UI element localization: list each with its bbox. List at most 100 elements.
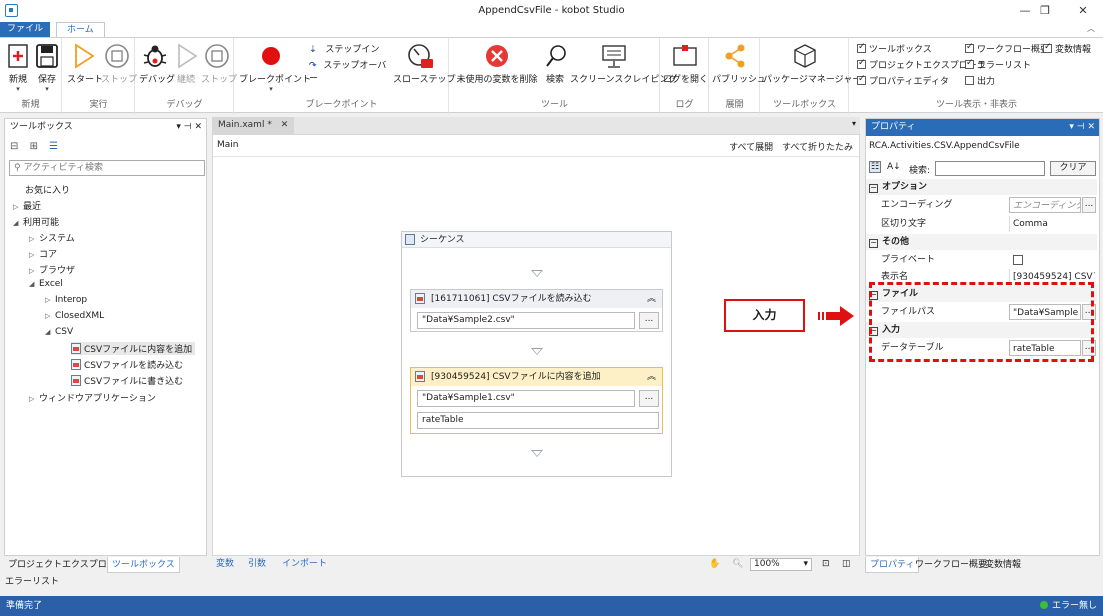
tab-dropdown-icon[interactable]: ▾ bbox=[852, 119, 856, 128]
csv-activity-icon bbox=[71, 375, 81, 386]
encoding-input[interactable]: エンコーディング bbox=[1009, 197, 1081, 213]
zoom-select[interactable]: 100% ▾ bbox=[750, 558, 812, 571]
check-output[interactable]: 出力 bbox=[965, 74, 995, 87]
breadcrumb[interactable]: Main bbox=[217, 140, 239, 150]
activity-read-csv[interactable]: [161711061] CSVファイルを読み込む ︽ "Data¥Sample2… bbox=[410, 289, 663, 332]
debug-stop-button[interactable]: ストップ bbox=[201, 40, 237, 94]
categorize-icon[interactable]: ☷ bbox=[869, 161, 882, 173]
append-csv-table-field[interactable]: rateTable bbox=[417, 412, 659, 429]
step-over-button[interactable]: ↷ ステップオーバー bbox=[309, 58, 393, 84]
property-search-input[interactable] bbox=[935, 161, 1045, 176]
tree-browser[interactable]: ▷ ブラウザ bbox=[29, 263, 75, 276]
package-manager-button[interactable]: パッケージマネージャー bbox=[763, 40, 861, 94]
list-icon[interactable]: ☰ bbox=[49, 141, 58, 152]
tree-core[interactable]: ▷ コア bbox=[29, 247, 57, 260]
maximize-icon[interactable]: ❐ bbox=[1030, 2, 1060, 20]
tab-home[interactable]: ホーム bbox=[56, 22, 105, 37]
continue-button[interactable]: 継続 bbox=[172, 40, 200, 94]
drop-target-icon[interactable] bbox=[531, 348, 543, 355]
remove-unused-vars-button[interactable]: 未使用の変数を削除 bbox=[454, 40, 540, 94]
ribbon-collapse-icon[interactable]: ︿ bbox=[1087, 23, 1095, 34]
check-property-editor[interactable]: プロパティエディタ bbox=[857, 74, 949, 87]
category-other[interactable]: − その他 bbox=[866, 234, 1097, 250]
tree-system[interactable]: ▷ システム bbox=[29, 231, 75, 244]
tree-recent[interactable]: ▷ 最近 bbox=[13, 199, 41, 212]
drop-target-icon[interactable] bbox=[531, 270, 543, 277]
tree-closedxml[interactable]: ▷ ClosedXML bbox=[45, 311, 104, 321]
search-button[interactable]: 検索 bbox=[542, 40, 568, 94]
new-file-icon bbox=[4, 42, 32, 70]
panel-controls-icon[interactable]: ▾ ⊣ ✕ bbox=[176, 119, 202, 136]
tree-csv[interactable]: ◢ CSV bbox=[45, 327, 73, 337]
collapse-activity-icon[interactable]: ︽ bbox=[647, 368, 656, 386]
chevron-right-icon: ▷ bbox=[29, 267, 35, 275]
check-error-list[interactable]: エラーリスト bbox=[965, 58, 1031, 71]
save-icon bbox=[33, 42, 61, 70]
tree-excel[interactable]: ◢ Excel bbox=[29, 279, 63, 289]
publish-button[interactable]: パブリッシュ bbox=[712, 40, 766, 94]
chevron-down-icon: ◢ bbox=[29, 280, 35, 288]
category-options[interactable]: − オプション bbox=[866, 179, 1097, 195]
group-new: 新規 ▾ 保存 ▾ 新規 bbox=[0, 38, 62, 114]
tab-toolbox[interactable]: ツールボックス bbox=[107, 557, 180, 573]
arguments-tab[interactable]: 引数 bbox=[248, 556, 266, 573]
check-variable-info[interactable]: 変数情報 bbox=[1043, 42, 1091, 55]
encoding-browse-button[interactable]: ... bbox=[1082, 197, 1096, 213]
append-csv-browse-button[interactable]: ... bbox=[639, 390, 659, 407]
activity-search-input[interactable]: ⚲ アクティビティ検索 bbox=[9, 160, 205, 176]
tree-csv-write[interactable]: CSVファイルに書き込む bbox=[71, 374, 183, 387]
check-toolbox[interactable]: ツールボックス bbox=[857, 42, 932, 55]
tab-variable-info[interactable]: 変数情報 bbox=[981, 557, 1025, 573]
expand-all-link[interactable]: すべて展開 bbox=[729, 143, 773, 153]
stop-button[interactable]: ストップ bbox=[101, 40, 137, 94]
read-csv-path-field[interactable]: "Data¥Sample2.csv" bbox=[417, 312, 635, 329]
tree-available[interactable]: ◢ 利用可能 bbox=[13, 215, 59, 228]
breakpoint-button[interactable]: ブレークポイント ▾ bbox=[239, 40, 311, 94]
tree-window-app[interactable]: ▷ ウィンドウアプリケーション bbox=[29, 391, 156, 404]
start-button[interactable]: スタート bbox=[67, 40, 103, 94]
document-tabs: Main.xaml * ✕ ▾ bbox=[212, 117, 860, 134]
tree-csv-read[interactable]: CSVファイルを読み込む bbox=[71, 358, 183, 371]
collapse-activity-icon[interactable]: ︽ bbox=[647, 290, 656, 308]
chevron-right-icon: ▷ bbox=[45, 312, 51, 320]
tree-csv-append[interactable]: CSVファイルに内容を追加 bbox=[71, 342, 196, 355]
tree-interop[interactable]: ▷ Interop bbox=[45, 295, 87, 305]
clear-button[interactable]: クリア bbox=[1050, 161, 1096, 176]
error-list-tab[interactable]: エラーリスト bbox=[0, 574, 1103, 596]
open-log-button[interactable]: ログを開く bbox=[663, 40, 708, 94]
activity-append-csv[interactable]: [930459524] CSVファイルに内容を追加 ︽ "Data¥Sample… bbox=[410, 367, 663, 434]
tab-main-xaml[interactable]: Main.xaml * ✕ bbox=[212, 117, 295, 134]
collapse-all-link[interactable]: すべて折りたたみ bbox=[782, 143, 853, 153]
imports-tab[interactable]: インポート bbox=[282, 556, 327, 573]
read-csv-browse-button[interactable]: ... bbox=[639, 312, 659, 329]
fit-screen-icon[interactable]: ⊡ bbox=[822, 556, 830, 573]
check-workflow-overview[interactable]: ワークフロー概要 bbox=[965, 42, 1049, 55]
collapse-all-icon[interactable]: ⊟ bbox=[10, 141, 18, 152]
screen-scraping-button[interactable]: スクリーンスクレイピング bbox=[570, 40, 677, 94]
overview-map-icon[interactable]: ◫ bbox=[842, 556, 851, 573]
private-checkbox[interactable] bbox=[1013, 255, 1023, 265]
save-button[interactable]: 保存 ▾ bbox=[33, 40, 61, 94]
new-button[interactable]: 新規 ▾ bbox=[4, 40, 32, 94]
debug-button[interactable]: デバッグ bbox=[139, 40, 175, 94]
delimiter-select[interactable]: Comma bbox=[1009, 216, 1081, 232]
zoom-icon[interactable]: 🔍︎ bbox=[732, 556, 743, 573]
expand-all-icon[interactable]: ⊞ bbox=[30, 141, 38, 152]
drop-target-icon[interactable] bbox=[531, 450, 543, 457]
tab-file[interactable]: ファイル bbox=[0, 22, 50, 37]
sequence-container[interactable]: シーケンス [161711061] CSVファイルを読み込む ︽ "Data¥S… bbox=[401, 231, 672, 477]
title-bar: AppendCsvFile - kobot Studio — ❐ ✕ bbox=[0, 0, 1103, 22]
tree-favorites[interactable]: お気に入り bbox=[25, 183, 70, 196]
variables-tab[interactable]: 変数 bbox=[216, 556, 234, 573]
tab-workflow-overview[interactable]: ワークフロー概要 bbox=[911, 557, 991, 573]
step-in-button[interactable]: ⇣ ステップイン bbox=[309, 42, 389, 56]
panel-controls-icon[interactable]: ▾ ⊣ ✕ bbox=[1069, 119, 1095, 136]
close-tab-icon[interactable]: ✕ bbox=[281, 120, 289, 130]
hand-tool-icon[interactable]: ✋ bbox=[709, 556, 720, 573]
close-icon[interactable]: ✕ bbox=[1068, 2, 1098, 20]
append-csv-path-field[interactable]: "Data¥Sample1.csv" bbox=[417, 390, 635, 407]
sort-alpha-icon[interactable]: A↓ bbox=[887, 162, 901, 172]
designer-bottom-bar: 変数 引数 インポート ✋ 🔍︎ 100% ▾ ⊡ ◫ bbox=[212, 556, 860, 573]
slow-step-button[interactable]: スローステップ bbox=[393, 40, 456, 94]
chevron-right-icon: ▷ bbox=[29, 395, 35, 403]
